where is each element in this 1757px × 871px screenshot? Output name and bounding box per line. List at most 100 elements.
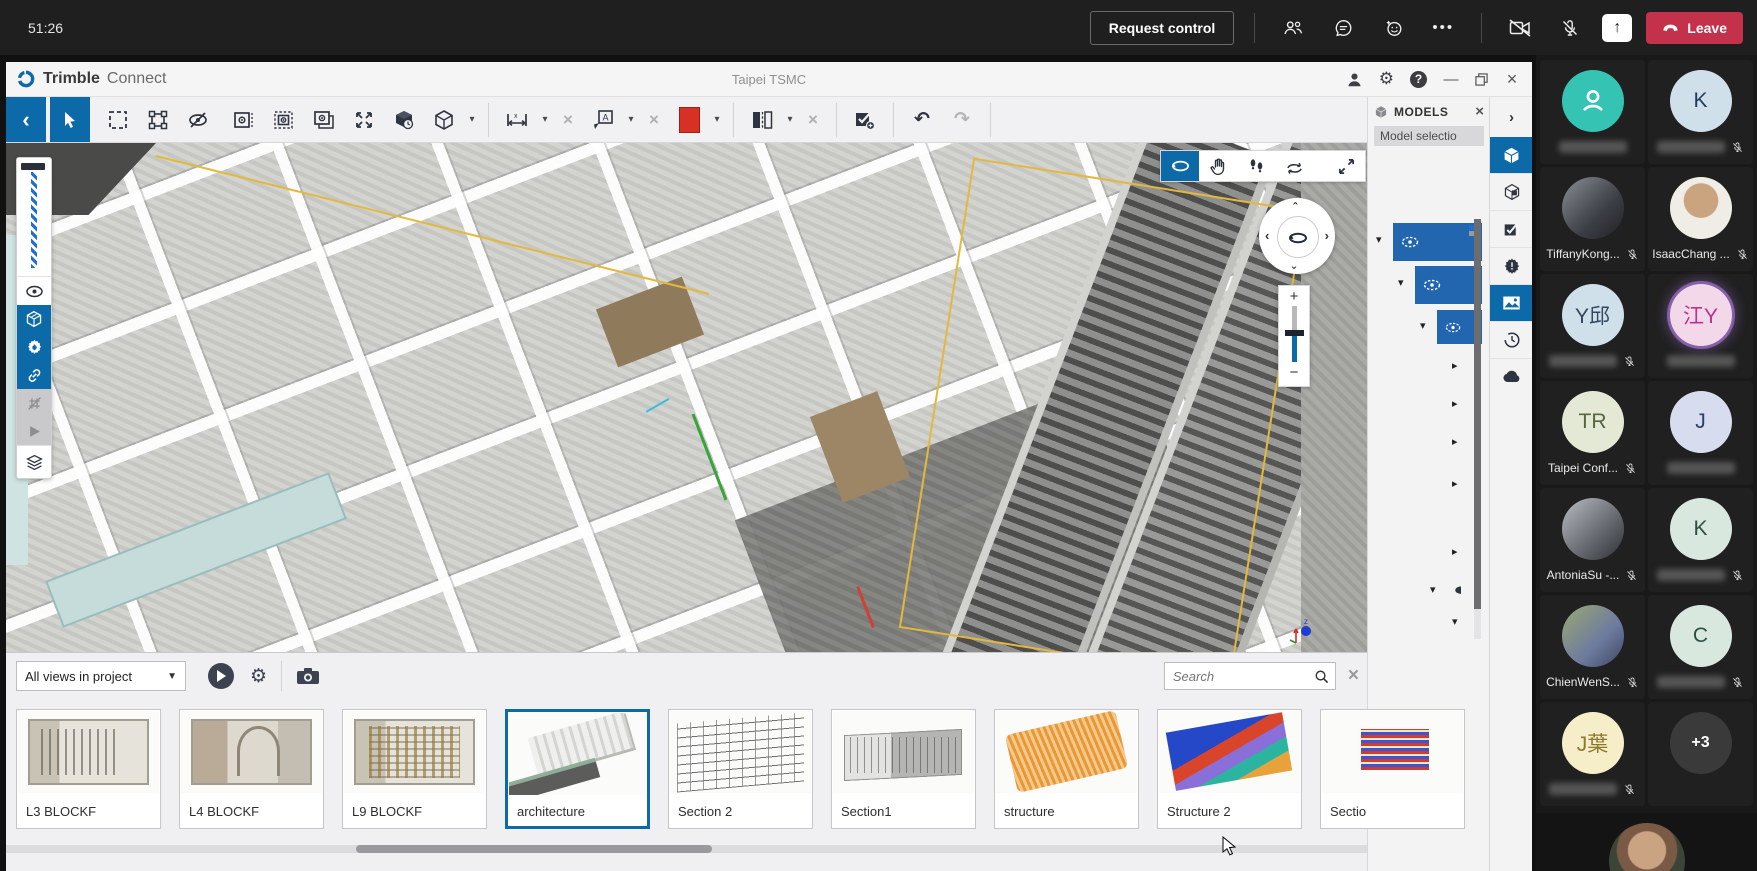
view-card[interactable]: Section 2 [668,709,813,829]
clear-label-button[interactable]: × [639,97,669,142]
model-viewport[interactable]: ˆ ˆ ‹ › + − TR z [6,143,1367,652]
participant-tile[interactable] [1540,60,1645,164]
tree-eye-partial-icon[interactable] [1454,585,1468,595]
view-card[interactable]: L9 BLOCKF [342,709,487,829]
todo-tab[interactable] [1490,211,1532,248]
help-icon[interactable]: ? [1410,71,1427,88]
more-icon[interactable]: ••• [1425,12,1461,44]
undo-button[interactable]: ↶ [902,97,942,142]
participant-tile[interactable]: K [1648,60,1753,164]
participant-tile[interactable]: 江Y [1648,274,1753,378]
measure-tool[interactable]: x [497,97,537,142]
zoom-handle[interactable] [1285,330,1304,336]
participant-tile[interactable]: ChienWenS... [1540,595,1645,699]
play-views-button[interactable] [208,663,234,689]
model-time-tool[interactable] [384,97,424,142]
opacity-slider-handle[interactable] [21,163,45,170]
scrollbar-thumb[interactable] [356,845,712,853]
participant-tile[interactable]: TR Taipei Conf... [1540,381,1645,485]
tree-caret-expanded[interactable]: ▾ [1376,233,1382,246]
views-tab[interactable] [1490,285,1532,322]
orbit-left-arrow[interactable]: ‹ [1265,228,1269,243]
view-card[interactable]: L3 BLOCKF [16,709,161,829]
frame-view-tool[interactable] [264,97,304,142]
participant-tile[interactable]: C [1648,595,1753,699]
link-icon[interactable] [17,361,51,389]
views-filter-dropdown[interactable]: All views in project ▼ [16,661,186,691]
walk-tool[interactable] [1237,151,1275,181]
views-search-box[interactable] [1164,662,1336,690]
marquee-select-tool[interactable] [98,97,138,142]
camera-off-icon[interactable] [1502,12,1538,44]
search-icon[interactable] [1314,669,1329,684]
add-markup-tool[interactable] [845,97,885,142]
tree-caret-collapsed[interactable]: ▸ [1452,359,1458,372]
tree-item[interactable] [1393,223,1482,261]
tree-caret-expanded[interactable]: ▾ [1430,583,1436,596]
view-cube-caret[interactable]: ▾ [464,97,480,142]
zoom-out-button[interactable]: − [1290,362,1299,382]
zoom-slider[interactable]: + − [1278,285,1310,387]
back-button[interactable]: ‹ [6,97,46,142]
view-card[interactable]: Section1 [831,709,976,829]
view-card[interactable]: structure [994,709,1139,829]
zoom-track[interactable] [1291,306,1298,362]
models-tab[interactable] [1490,137,1532,174]
label-caret[interactable]: ▾ [623,97,639,142]
opacity-slider[interactable] [17,158,51,277]
section-planes-tool[interactable] [742,97,782,142]
view-card[interactable]: Structure 2 [1157,709,1302,829]
participant-tile[interactable]: Y邱 [1540,274,1645,378]
tree-eye-icon[interactable] [1423,279,1441,291]
search-input[interactable] [1171,668,1310,685]
orbit-tool[interactable] [1161,151,1199,181]
color-swatch-tool[interactable] [669,97,709,142]
clear-section-button[interactable]: × [798,97,828,142]
isolate-view-tool[interactable] [224,97,264,142]
history-tab[interactable] [1490,322,1532,359]
settings-gear-icon[interactable]: ⚙ [1379,69,1394,89]
minimize-icon[interactable]: — [1443,71,1459,88]
tree-caret-expanded[interactable]: ▾ [1420,319,1426,332]
scrollbar-thumb[interactable] [1474,219,1481,609]
tree-item[interactable] [1415,266,1482,304]
participant-tile[interactable]: IsaacChang ... [1648,167,1753,271]
participant-tile[interactable]: TiffanyKong... [1540,167,1645,271]
issues-gear-tab[interactable] [1490,248,1532,285]
leave-button[interactable]: Leave [1646,12,1743,44]
restore-icon[interactable] [1475,73,1488,86]
settings-gear-icon[interactable] [17,333,51,361]
close-icon[interactable]: × [1504,69,1520,90]
participant-tile[interactable]: AntoniaSu -... [1540,488,1645,592]
zoom-in-button[interactable]: + [1290,286,1299,306]
visibility-eye-icon[interactable] [17,277,51,305]
user-icon[interactable] [1346,71,1363,88]
models-panel-close-icon[interactable]: × [1475,103,1484,120]
views-settings-gear-icon[interactable]: ⚙ [250,665,267,688]
self-video-tile[interactable] [1536,813,1757,871]
share-tray-icon[interactable]: ↑ [1602,14,1632,42]
models-panel-scrollbar[interactable] [1474,219,1481,639]
tree-caret-collapsed[interactable]: ▸ [1452,397,1458,410]
pan-hand-tool[interactable] [1199,151,1237,181]
tree-caret-collapsed[interactable]: ▸ [1452,545,1458,558]
swatch-caret[interactable]: ▾ [709,97,725,142]
orbit-wheel[interactable]: ˆ ˆ ‹ › [1259,198,1335,274]
hide-tool[interactable] [178,97,218,142]
views-panel-close-icon[interactable]: × [1348,665,1359,687]
measure-caret[interactable]: ▾ [537,97,553,142]
look-around-tool[interactable] [1275,151,1313,181]
participant-tile[interactable]: +3 [1648,702,1753,806]
orbit-down-arrow[interactable]: ˆ [1292,256,1296,271]
overlay-view-tool[interactable] [304,97,344,142]
tree-eye-icon[interactable] [1401,236,1419,248]
view-card[interactable]: Sectio [1320,709,1465,829]
label-markup-tool[interactable]: A [583,97,623,142]
tree-caret-collapsed[interactable]: ▸ [1452,435,1458,448]
clear-measure-button[interactable]: × [553,97,583,142]
fit-view-tool[interactable] [344,97,384,142]
request-control-button[interactable]: Request control [1090,11,1235,45]
view-card[interactable]: L4 BLOCKF [179,709,324,829]
section-caret[interactable]: ▾ [782,97,798,142]
view-cube-tool[interactable] [424,97,464,142]
